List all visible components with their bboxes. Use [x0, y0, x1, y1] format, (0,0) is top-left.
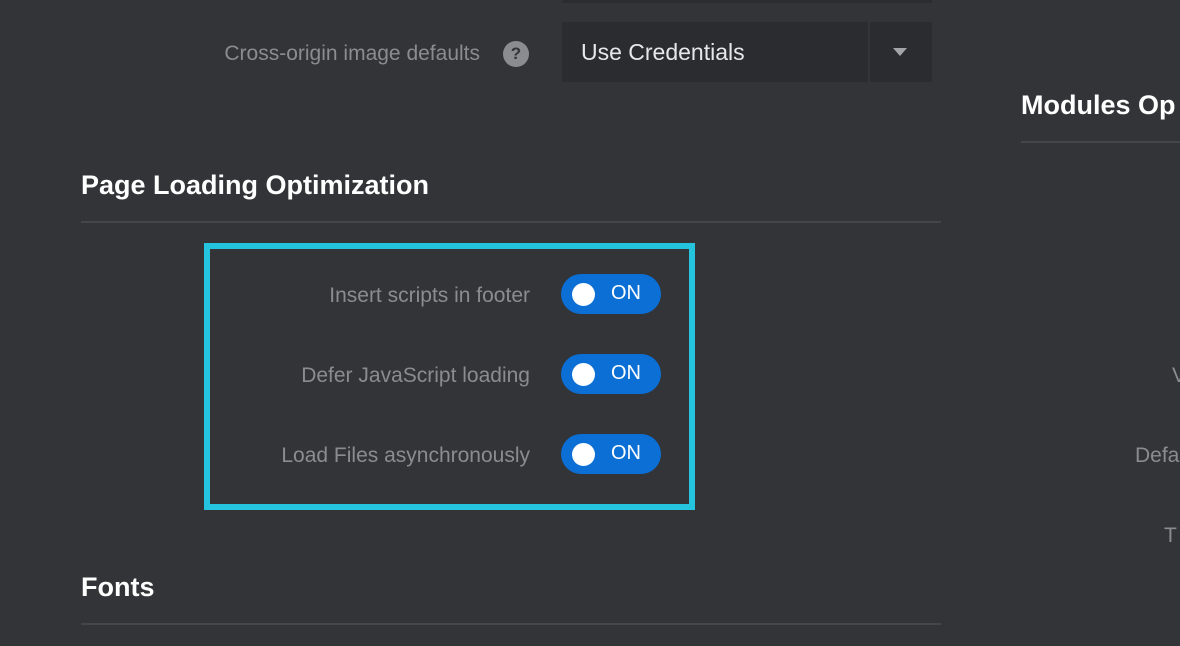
right-panel-label: Defa [1135, 444, 1180, 467]
defer-javascript-label: Defer JavaScript loading [301, 364, 530, 387]
load-files-async-toggle[interactable]: ON [561, 434, 661, 474]
toggle-knob [572, 443, 595, 466]
toggle-state: ON [611, 442, 641, 464]
toggle-state: ON [611, 362, 641, 384]
toggle-knob [572, 363, 595, 386]
section-heading-fonts: Fonts [81, 572, 155, 602]
right-panel-label: V [1172, 364, 1180, 387]
select-value: Use Credentials [581, 39, 745, 65]
right-panel-label: T [1164, 524, 1177, 547]
insert-scripts-footer-toggle[interactable]: ON [561, 274, 661, 314]
section-divider [81, 221, 941, 223]
caret-down-icon[interactable] [893, 48, 907, 56]
section-divider [1021, 141, 1180, 143]
modules-options-heading: Modules Op [1021, 90, 1176, 120]
toggle-knob [572, 283, 595, 306]
defer-javascript-toggle[interactable]: ON [561, 354, 661, 394]
previous-field-edge [562, 0, 932, 3]
select-divider [868, 22, 870, 82]
cross-origin-select[interactable]: Use Credentials [562, 22, 932, 82]
cross-origin-label: Cross-origin image defaults [224, 42, 480, 65]
question-circle-icon[interactable]: ? [503, 41, 529, 67]
section-divider [81, 623, 941, 625]
insert-scripts-footer-label: Insert scripts in footer [329, 284, 530, 307]
section-heading-page-loading: Page Loading Optimization [81, 170, 430, 200]
toggle-state: ON [611, 282, 641, 304]
load-files-async-label: Load Files asynchronously [281, 444, 530, 467]
